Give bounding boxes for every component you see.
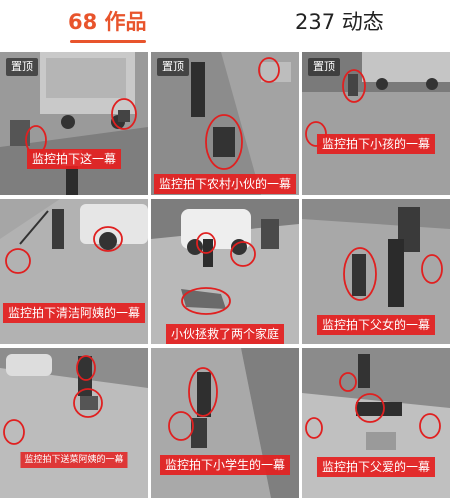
thumbnail-image	[151, 199, 299, 344]
video-thumbnail[interactable]: 监控拍下送菜阿姨的一幕	[0, 348, 148, 498]
video-thumbnail[interactable]: 置顶 监控拍下农村小伙的一幕	[151, 52, 299, 195]
active-tab-indicator	[70, 40, 146, 43]
video-thumbnail[interactable]: 监控拍下清洁阿姨的一幕	[0, 199, 148, 344]
video-thumbnail[interactable]: 监控拍下父爱的一幕	[302, 348, 450, 498]
video-caption: 监控拍下这一幕	[26, 149, 122, 169]
video-caption: 监控拍下小孩的一幕	[316, 134, 436, 154]
video-caption: 监控拍下父女的一幕	[316, 315, 436, 335]
video-caption: 监控拍下送菜阿姨的一幕	[20, 452, 128, 468]
pinned-badge: 置顶	[308, 58, 340, 76]
pinned-badge: 置顶	[157, 58, 189, 76]
video-thumbnail[interactable]: 置顶 监控拍下小孩的一幕	[302, 52, 450, 195]
video-grid: 置顶 监控拍下这一幕 置顶 监控拍下农村小伙的一幕 置顶 监控拍下小孩的一幕 监…	[0, 46, 450, 498]
video-caption: 监控拍下清洁阿姨的一幕	[2, 303, 146, 323]
tab-dynamics[interactable]: 237 动态	[295, 8, 384, 36]
video-caption: 监控拍下农村小伙的一幕	[153, 174, 297, 194]
tab-works[interactable]: 68 作品	[68, 8, 147, 36]
video-caption: 监控拍下父爱的一幕	[316, 457, 436, 477]
video-thumbnail[interactable]: 小伙拯救了两个家庭	[151, 199, 299, 344]
thumbnail-image	[151, 348, 299, 498]
video-caption: 小伙拯救了两个家庭	[165, 324, 285, 344]
video-thumbnail[interactable]: 监控拍下小学生的一幕	[151, 348, 299, 498]
pinned-badge: 置顶	[6, 58, 38, 76]
video-thumbnail[interactable]: 置顶 监控拍下这一幕	[0, 52, 148, 195]
profile-tabs: 68 作品 237 动态	[0, 0, 450, 46]
video-thumbnail[interactable]: 监控拍下父女的一幕	[302, 199, 450, 344]
video-caption: 监控拍下小学生的一幕	[159, 455, 291, 475]
thumbnail-image	[0, 348, 148, 498]
